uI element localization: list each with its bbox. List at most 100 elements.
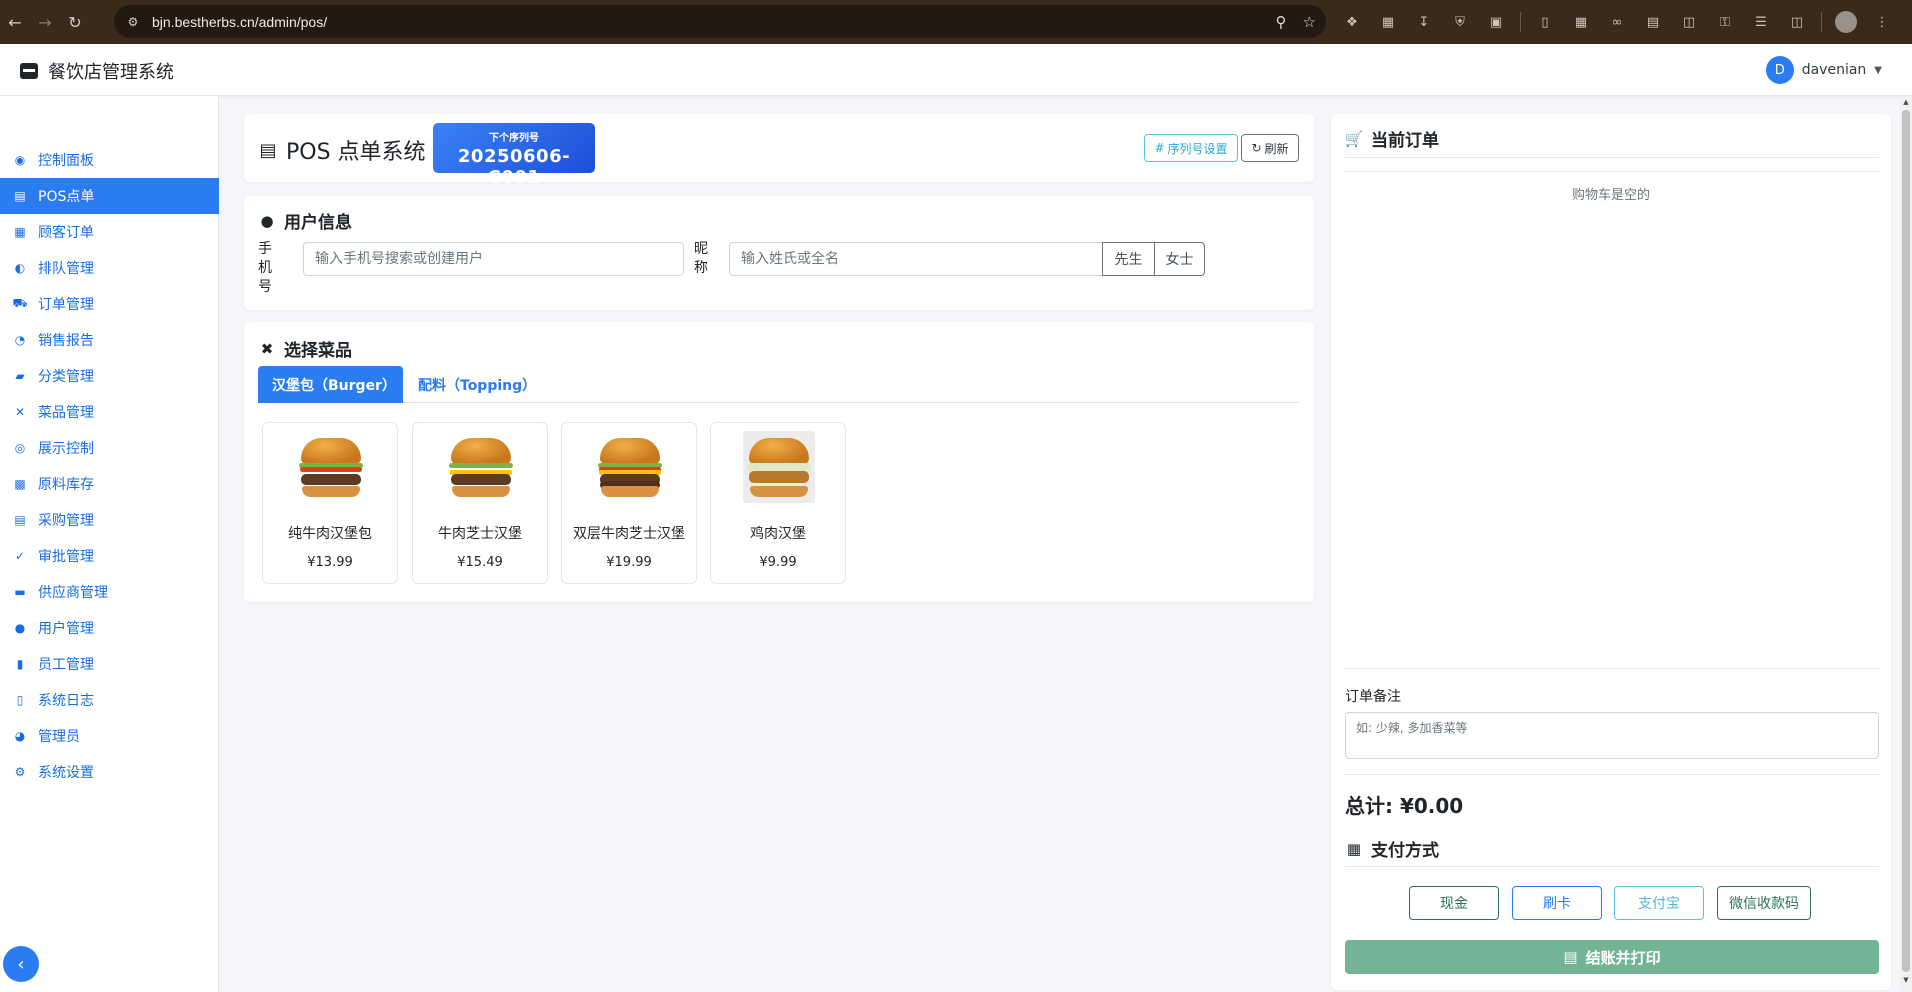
dish-card[interactable]: 双层牛肉芝士汉堡 ¥19.99 [561, 422, 697, 584]
burger-image [743, 431, 815, 503]
sidebar-item[interactable]: ◕ 管理员 [0, 718, 219, 754]
sidebar-item-label: 展示控制 [38, 441, 94, 457]
dish-selection-card: ✖ 选择菜品 汉堡包（Burger） 配料（Topping） 纯牛肉汉堡包 ¥1… [244, 322, 1314, 602]
checkout-label: 结账并打印 [1585, 948, 1661, 967]
cash-register-icon: ▤ [1563, 948, 1578, 966]
sequence-settings-button[interactable]: # 序列号设置 [1144, 134, 1238, 162]
scroll-thumb[interactable] [1902, 110, 1910, 972]
dish-card[interactable]: 纯牛肉汉堡包 ¥13.99 [262, 422, 398, 584]
sidebar-item[interactable]: ⛟ 订单管理 [0, 286, 219, 322]
receipt-icon: ▦ [14, 225, 26, 239]
dish-price: ¥13.99 [307, 555, 353, 570]
tab-topping[interactable]: 配料（Topping） [404, 366, 550, 403]
dish-section-title: ✖ 选择菜品 [258, 336, 352, 362]
eye-icon: ◎ [14, 441, 26, 455]
sidebar-item[interactable]: ◉ 控制面板 [0, 142, 219, 178]
sidebar-item[interactable]: ▬ 供应商管理 [0, 574, 219, 610]
url-text[interactable]: bjn.bestherbs.cn/admin/pos/ [152, 14, 327, 30]
sidebar-item[interactable]: ◐ 排队管理 [0, 250, 219, 286]
reading-list-icon[interactable]: ☰ [1749, 10, 1773, 34]
order-note-input[interactable] [1345, 712, 1879, 759]
address-bar[interactable]: ⚙ bjn.bestherbs.cn/admin/pos/ ⚲ ☆ [114, 5, 1326, 38]
dish-card[interactable]: 鸡肉汉堡 ¥9.99 [710, 422, 846, 584]
download-extension-icon[interactable]: ↧ [1412, 10, 1436, 34]
sidebar-item-label: 审批管理 [38, 549, 94, 565]
phone-input[interactable] [303, 242, 684, 276]
sidebar-item[interactable]: ▤ 采购管理 [0, 502, 219, 538]
avatar: D [1765, 56, 1794, 84]
checkout-print-button[interactable]: ▤ 结账并打印 [1345, 940, 1879, 974]
sidebar-item[interactable]: ◎ 展示控制 [0, 430, 219, 466]
title-ms-button[interactable]: 女士 [1154, 242, 1205, 276]
pay-wechat-button[interactable]: 微信收款码 [1717, 886, 1811, 920]
sidebar-item-label: 分类管理 [38, 369, 94, 385]
users-icon: ● [14, 621, 26, 635]
sidebar-item[interactable]: ▰ 分类管理 [0, 358, 219, 394]
user-clock-icon: ◐ [14, 261, 26, 275]
sidebar-item[interactable]: ✓ 审批管理 [0, 538, 219, 574]
reload-icon[interactable]: ↻ [60, 0, 90, 44]
zoom-icon[interactable]: ⚲ [1276, 13, 1287, 31]
sidebar-item[interactable]: ▤ POS点单 [0, 178, 219, 214]
link-extension-icon[interactable]: ∞ [1605, 10, 1629, 34]
back-icon[interactable]: ← [0, 0, 30, 44]
title-mr-button[interactable]: 先生 [1102, 242, 1155, 276]
divider [1345, 157, 1879, 158]
file-invoice-icon: ▤ [14, 513, 26, 527]
sidebar-item[interactable]: ⚙ 系统设置 [0, 754, 219, 790]
truck-icon: ▬ [14, 585, 26, 599]
bookmark-star-icon[interactable]: ☆ [1303, 13, 1316, 31]
page-scrollbar[interactable]: ▲ ▼ [1900, 96, 1912, 992]
nickname-input[interactable] [729, 242, 1103, 276]
sidebar-item-label: 供应商管理 [38, 585, 108, 601]
sidebar-item[interactable]: ✕ 菜品管理 [0, 394, 219, 430]
dish-card[interactable]: 牛肉芝士汉堡 ¥15.49 [412, 422, 548, 584]
sidebar-item-label: 采购管理 [38, 513, 94, 529]
tab-extension-icon[interactable]: ▤ [1641, 10, 1665, 34]
sidebar-item[interactable]: ● 用户管理 [0, 610, 219, 646]
pay-card-button[interactable]: 刷卡 [1512, 886, 1602, 920]
hashtag-icon: # [1154, 141, 1165, 155]
next-sequence-value: 20250606-C001 [457, 146, 571, 188]
pay-cash-button[interactable]: 现金 [1409, 886, 1499, 920]
app-brand[interactable]: 餐饮店管理系统 [20, 58, 174, 84]
translate-extension-icon[interactable]: ▦ [1376, 10, 1400, 34]
refresh-button[interactable]: ↻ 刷新 [1241, 134, 1299, 162]
order-note-label: 订单备注 [1345, 689, 1401, 705]
sidebar-item-label: 用户管理 [38, 621, 94, 637]
puzzle-extension-icon[interactable]: ▣ [1484, 10, 1508, 34]
sidebar-item-label: 控制面板 [38, 153, 94, 169]
sidebar-item[interactable]: ▯ 系统日志 [0, 682, 219, 718]
cast-icon[interactable]: ◫ [1785, 10, 1809, 34]
pie-chart-icon: ◔ [14, 333, 26, 347]
pay-alipay-button[interactable]: 支付宝 [1614, 886, 1704, 920]
sidebar-item[interactable]: ▩ 原料库存 [0, 466, 219, 502]
extension-icon[interactable]: ❖ [1340, 10, 1364, 34]
trash-extension-icon[interactable]: ▯ [1533, 10, 1557, 34]
dish-name: 鸡肉汉堡 [750, 526, 806, 542]
sidebar-item[interactable]: ▦ 顾客订单 [0, 214, 219, 250]
forward-icon[interactable]: → [30, 0, 60, 44]
tab-burger[interactable]: 汉堡包（Burger） [258, 366, 403, 403]
sidebar-item[interactable]: ◔ 销售报告 [0, 322, 219, 358]
scroll-up-icon[interactable]: ▲ [1902, 98, 1910, 106]
reader-extension-icon[interactable]: ◫ [1677, 10, 1701, 34]
cog-icon: ⚙ [14, 765, 26, 779]
cash-register-icon: ▤ [14, 189, 26, 203]
user-menu[interactable]: D davenian ▼ [1765, 56, 1882, 84]
burger-image [295, 431, 367, 503]
site-info-icon[interactable]: ⚙ [122, 11, 144, 33]
user-circle-icon: ● [260, 211, 274, 230]
profile-icon[interactable] [1834, 10, 1858, 34]
sidebar-collapse-button[interactable]: ‹ [3, 946, 39, 982]
divider [1345, 774, 1879, 775]
shield-extension-icon[interactable]: ⛨ [1448, 10, 1472, 34]
translate-page-icon[interactable]: ▦ [1569, 10, 1593, 34]
dish-section-title-text: 选择菜品 [284, 341, 352, 361]
menu-dots-icon[interactable]: ⋮ [1870, 10, 1894, 34]
dish-price: ¥15.49 [457, 555, 503, 570]
scroll-down-icon[interactable]: ▼ [1902, 976, 1910, 984]
store-icon [20, 63, 38, 79]
sidebar-item[interactable]: ▮ 员工管理 [0, 646, 219, 682]
password-key-icon[interactable]: ⚿ [1713, 10, 1737, 34]
